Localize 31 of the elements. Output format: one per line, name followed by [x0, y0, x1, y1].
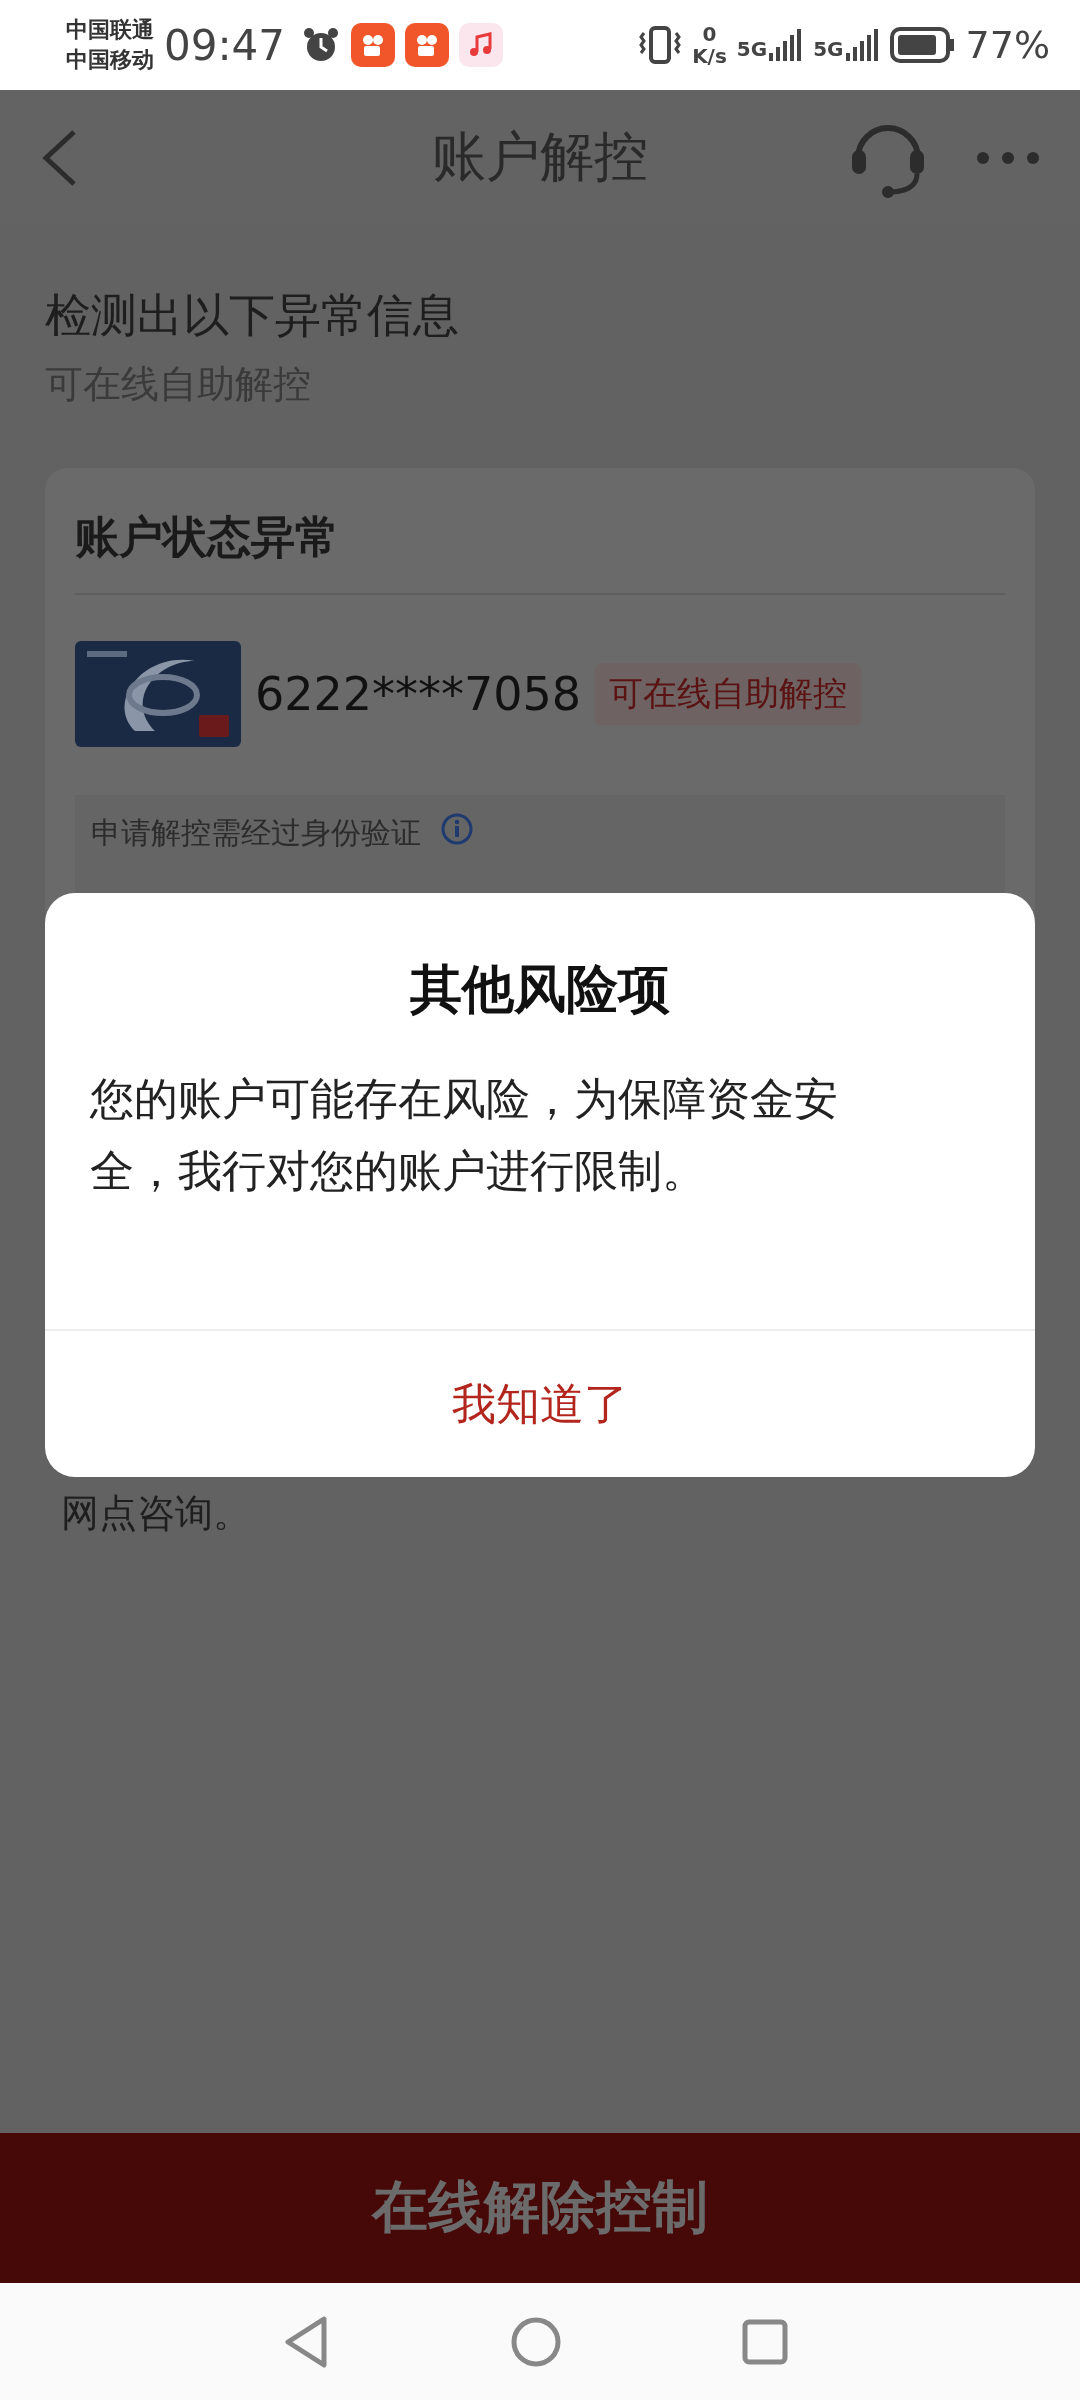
recents-nav-button[interactable] [742, 2318, 788, 2365]
clock: 09:47 [164, 20, 286, 70]
signal-icon [769, 29, 804, 61]
card-number: 6222****7058 [255, 667, 582, 721]
section-title: 检测出以下异常信息 [45, 287, 460, 344]
page-title: 账户解控 [431, 124, 649, 190]
speed-value: 0 [702, 23, 717, 45]
battery-level: 77% [965, 23, 1050, 67]
carrier-name: 中国联通 [66, 16, 154, 44]
network-type: 5G [813, 37, 844, 61]
more-button[interactable] [976, 150, 1040, 165]
signal-icon [845, 29, 880, 61]
music-note-icon [459, 23, 504, 67]
card-title: 账户状态异常 [75, 488, 1005, 595]
dialog-title: 其他风险项 [409, 958, 671, 1021]
footnote-text: 网点咨询。 [61, 1490, 252, 1537]
network-type: 5G [736, 37, 768, 61]
info-icon[interactable] [441, 813, 473, 845]
carrier-name: 中国移动 [66, 46, 154, 74]
dialog-message: 您的账户可能存在风险，为保障资金安全，我行对您的账户进行限制。 [90, 1072, 839, 1198]
home-nav-button[interactable] [510, 2315, 562, 2368]
acknowledge-button[interactable]: 我知道了 [45, 1329, 1035, 1477]
bank-card-icon [75, 641, 241, 747]
battery-icon [889, 27, 956, 63]
speed-unit: K/s [692, 45, 727, 67]
vibrate-icon [638, 25, 683, 65]
video-app-icon [351, 23, 396, 67]
back-nav-button[interactable] [282, 2314, 330, 2369]
status-tag: 可在线自助解控 [595, 663, 862, 725]
video-app-icon [405, 23, 450, 67]
notice-text: 申请解控需经过身份验证 [91, 814, 421, 852]
